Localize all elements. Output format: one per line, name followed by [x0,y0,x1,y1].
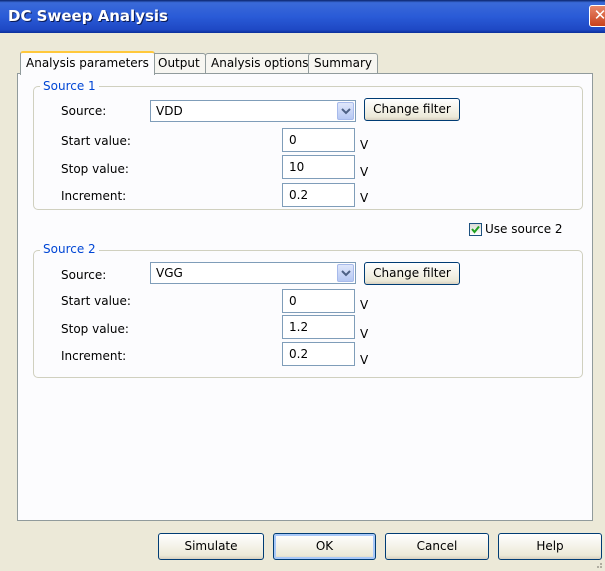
source1-stop-input[interactable]: 10 [282,155,355,179]
use-source2-label[interactable]: Use source 2 [485,222,563,236]
source2-stop-unit: V [360,327,369,341]
cancel-button[interactable]: Cancel [385,533,489,560]
source1-source-label: Source: [61,104,107,118]
source1-change-filter-button[interactable]: Change filter [364,98,460,121]
button-label: OK [315,539,334,553]
source1-increment-unit: V [360,191,369,205]
close-icon: ✕ [593,6,605,24]
chevron-down-icon [341,108,351,115]
field-value: 0.2 [289,347,309,361]
source1-source-select[interactable]: VDD [150,100,356,122]
source1-source-value: VDD [156,104,183,118]
source2-source-select[interactable]: VGG [150,262,356,284]
source1-dropdown-button[interactable] [337,102,354,120]
source2-source-label: Source: [61,268,107,282]
source2-legend: Source 2 [40,242,99,256]
use-source2-checkbox[interactable] [469,223,482,236]
tab-output[interactable]: Output [152,53,206,74]
source1-start-unit: V [360,138,369,152]
dc-sweep-dialog: DC Sweep Analysis ✕ Analysis parameters … [0,0,605,571]
tab-summary[interactable]: Summary [308,53,378,74]
button-label: Change filter [373,102,451,116]
tab-label: Output [158,56,200,70]
source2-stop-label: Stop value: [61,322,129,336]
source2-start-unit: V [360,298,369,312]
button-label: Simulate [184,539,238,553]
tab-label: Analysis parameters [26,56,149,70]
ok-button[interactable]: OK [273,533,376,560]
tab-label: Summary [314,56,372,70]
tab-analysis-options[interactable]: Analysis options [205,53,315,74]
source2-change-filter-button[interactable]: Change filter [364,262,460,285]
checkmark-icon [471,225,480,234]
tab-analysis-parameters[interactable]: Analysis parameters [20,51,155,75]
source2-stop-input[interactable]: 1.2 [282,315,355,339]
field-value: 0 [289,133,297,147]
source2-increment-label: Increment: [61,349,127,363]
field-value: 0 [289,294,297,308]
button-label: Cancel [416,539,458,553]
source2-increment-unit: V [360,353,369,367]
source2-dropdown-button[interactable] [337,264,354,282]
resize-grip-icon[interactable] [592,558,602,568]
source2-source-value: VGG [156,266,183,280]
source1-start-label: Start value: [61,134,131,148]
chevron-down-icon [341,270,351,277]
source2-start-label: Start value: [61,294,131,308]
field-value: 10 [289,160,305,174]
source2-increment-input[interactable]: 0.2 [282,342,355,366]
window-title: DC Sweep Analysis [8,7,168,25]
simulate-button[interactable]: Simulate [158,533,264,560]
source2-start-input[interactable]: 0 [282,289,355,313]
title-bar[interactable]: DC Sweep Analysis ✕ [0,0,605,33]
button-label: Change filter [373,266,451,280]
source1-increment-input[interactable]: 0.2 [282,183,355,207]
source1-stop-unit: V [360,165,369,179]
tab-label: Analysis options [211,56,309,70]
field-value: 0.2 [289,188,309,202]
close-button[interactable]: ✕ [589,5,605,27]
source1-legend: Source 1 [40,79,99,93]
source1-start-input[interactable]: 0 [282,128,355,152]
help-button[interactable]: Help [498,533,602,560]
button-label: Help [536,539,564,553]
field-value: 1.2 [289,320,309,334]
source1-increment-label: Increment: [61,189,127,203]
source1-stop-label: Stop value: [61,162,129,176]
